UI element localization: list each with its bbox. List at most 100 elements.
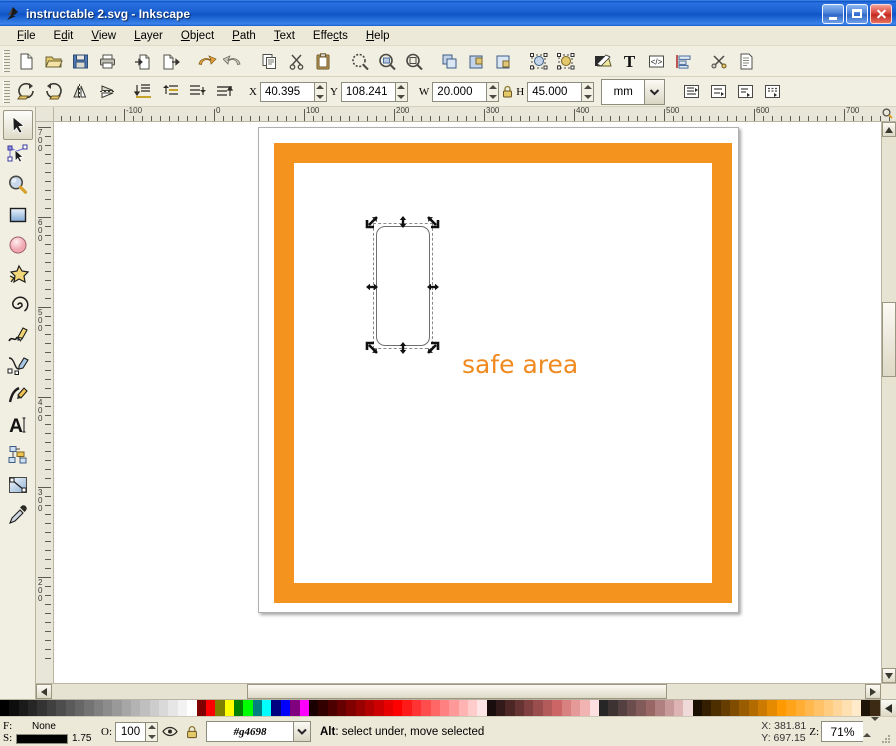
palette-swatch[interactable]	[486, 700, 497, 716]
palette-swatch[interactable]	[121, 700, 132, 716]
palette-swatch[interactable]	[28, 700, 38, 716]
zoom-selection-icon[interactable]	[347, 49, 372, 74]
import-icon[interactable]	[131, 49, 156, 74]
raise-to-top-icon[interactable]	[212, 79, 237, 104]
horizontal-scroll-thumb[interactable]	[247, 684, 667, 699]
palette-swatch[interactable]	[271, 700, 281, 716]
palette-swatch[interactable]	[37, 700, 47, 716]
vertical-scrollbar[interactable]	[881, 122, 896, 683]
y-position-spinner[interactable]	[394, 81, 408, 102]
palette-swatch[interactable]	[692, 700, 702, 716]
width-input[interactable]	[432, 81, 487, 102]
palette-swatch[interactable]	[327, 700, 337, 716]
palette-swatch[interactable]	[617, 700, 628, 716]
ellipse-tool[interactable]	[3, 230, 33, 260]
palette-swatch[interactable]	[140, 700, 150, 716]
menu-view[interactable]: View	[82, 28, 125, 44]
palette-swatch[interactable]	[421, 700, 431, 716]
scale-handle-e[interactable]	[426, 280, 440, 294]
export-icon[interactable]	[158, 49, 183, 74]
palette-swatch[interactable]	[393, 700, 403, 716]
gradient-tool[interactable]	[3, 470, 33, 500]
palette-swatch[interactable]	[664, 700, 674, 716]
duplicate-icon[interactable]	[437, 49, 462, 74]
zoom-spinner[interactable]	[863, 717, 879, 742]
palette-swatch[interactable]	[365, 700, 375, 716]
menu-object[interactable]: Object	[172, 28, 223, 44]
palette-swatch[interactable]	[561, 700, 571, 716]
palette-swatch[interactable]	[570, 700, 581, 716]
palette-swatch[interactable]	[496, 700, 506, 716]
menu-help[interactable]: Help	[357, 28, 399, 44]
palette-swatch[interactable]	[467, 700, 478, 716]
mask-object-icon[interactable]	[554, 49, 579, 74]
palette-swatch[interactable]	[505, 700, 515, 716]
palette-swatch[interactable]	[168, 700, 178, 716]
palette-swatch[interactable]	[177, 700, 188, 716]
palette-swatch[interactable]	[533, 700, 543, 716]
palette-swatch[interactable]	[580, 700, 590, 716]
palette-swatch[interactable]	[131, 700, 141, 716]
star-tool[interactable]	[3, 260, 33, 290]
safe-area-text[interactable]: safe area	[462, 350, 578, 379]
palette-swatch[interactable]	[449, 700, 459, 716]
palette-swatch[interactable]	[215, 700, 225, 716]
palette-swatch[interactable]	[299, 700, 309, 716]
vertical-scroll-track[interactable]	[882, 137, 896, 668]
stroke-color-swatch[interactable]	[16, 733, 68, 744]
move-gradients-icon[interactable]	[733, 79, 758, 104]
palette-swatch[interactable]	[243, 700, 253, 716]
palette-swatch[interactable]	[0, 700, 10, 716]
text-tool[interactable]: A	[3, 410, 33, 440]
palette-swatch[interactable]	[701, 700, 712, 716]
palette-swatch[interactable]	[748, 700, 759, 716]
maximize-button[interactable]	[846, 3, 868, 24]
save-document-icon[interactable]	[68, 49, 93, 74]
palette-swatch[interactable]	[374, 700, 384, 716]
opacity-field[interactable]	[115, 721, 158, 742]
scroll-down-button[interactable]	[882, 668, 896, 683]
vertical-ruler[interactable]: 700 600 500 400 300 200	[36, 122, 54, 683]
rectangle-tool[interactable]	[3, 200, 33, 230]
palette-swatch[interactable]	[308, 700, 319, 716]
palette-swatch[interactable]	[636, 700, 646, 716]
palette-swatch[interactable]	[542, 700, 553, 716]
palette-swatches[interactable]	[0, 700, 880, 716]
close-button[interactable]	[870, 3, 892, 24]
palette-swatch[interactable]	[290, 700, 300, 716]
window-resize-grip[interactable]	[879, 732, 893, 746]
scale-handle-se[interactable]	[426, 341, 440, 355]
palette-swatch[interactable]	[9, 700, 19, 716]
palette-swatch[interactable]	[767, 700, 777, 716]
palette-swatch[interactable]	[683, 700, 693, 716]
palette-swatch[interactable]	[823, 700, 833, 716]
palette-swatch[interactable]	[93, 700, 103, 716]
palette-swatch[interactable]	[74, 700, 85, 716]
palette-swatch[interactable]	[149, 700, 160, 716]
palette-swatch[interactable]	[233, 700, 244, 716]
chevron-down-icon[interactable]	[644, 79, 665, 104]
layer-lock-icon[interactable]	[181, 725, 203, 739]
scroll-left-button[interactable]	[36, 684, 52, 699]
palette-swatch[interactable]	[336, 700, 347, 716]
print-document-icon[interactable]	[95, 49, 120, 74]
zoom-tool[interactable]	[3, 170, 33, 200]
horizontal-scrollbar[interactable]	[36, 683, 896, 699]
fill-and-stroke-icon[interactable]	[590, 49, 615, 74]
copy-icon[interactable]	[257, 49, 282, 74]
palette-swatch[interactable]	[786, 700, 796, 716]
toolbar-grip[interactable]	[3, 50, 10, 72]
scale-stroke-width-icon[interactable]	[679, 79, 704, 104]
palette-swatch[interactable]	[524, 700, 534, 716]
paste-icon[interactable]	[311, 49, 336, 74]
width-spinner[interactable]	[486, 81, 500, 102]
palette-swatch[interactable]	[102, 700, 113, 716]
palette-swatch[interactable]	[196, 700, 206, 716]
cut-icon[interactable]	[284, 49, 309, 74]
scale-handle-ne[interactable]	[426, 215, 440, 229]
vertical-scroll-thumb[interactable]	[882, 302, 896, 377]
palette-swatch[interactable]	[720, 700, 731, 716]
bezier-pen-tool[interactable]	[3, 350, 33, 380]
drawing-canvas[interactable]: safe area	[54, 122, 881, 683]
xml-editor-icon[interactable]: </>	[644, 49, 669, 74]
